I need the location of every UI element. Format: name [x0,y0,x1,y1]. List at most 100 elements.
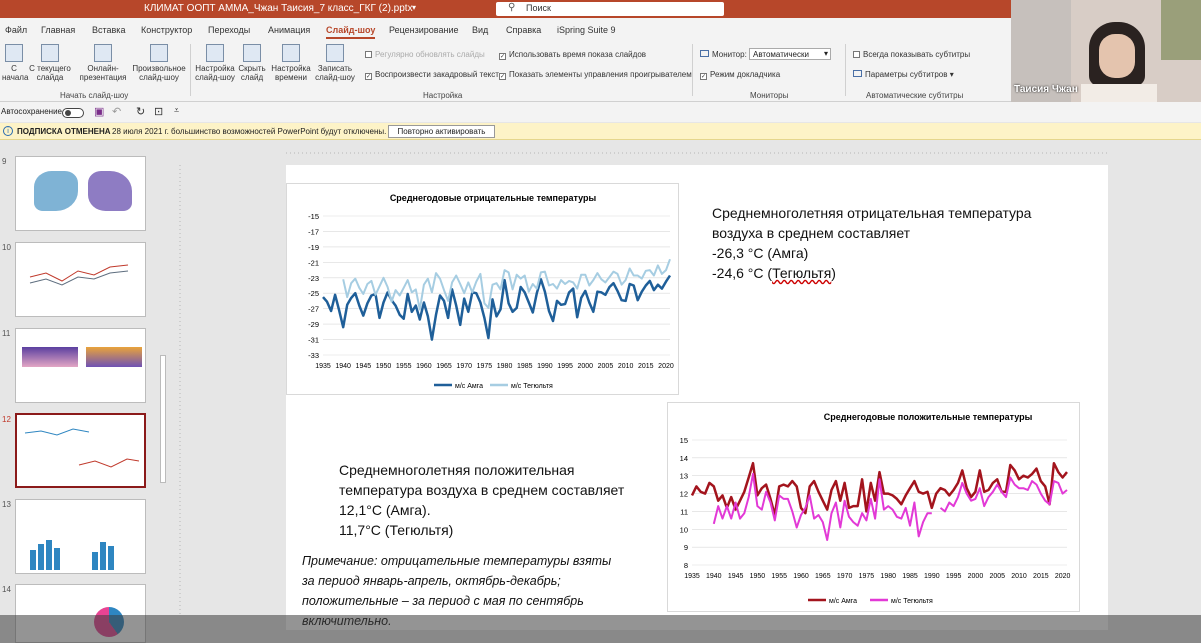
y-tick-label: -29 [308,320,319,329]
thumb-line-chart [29,264,129,286]
thumb-histogram [30,540,114,570]
rehearse-timings-button[interactable]: Настройка времени [270,44,312,82]
participant-name: Таисия Чжан [1014,84,1078,95]
from-start-button[interactable]: С начала [2,44,28,82]
y-tick-label: -23 [308,274,319,283]
from-current-button[interactable]: С текущего слайда [28,44,72,82]
slide-number: 14 [2,585,11,594]
legend-label: м/с Амга [829,598,857,605]
voice-checkbox[interactable]: ✓ Воспроизвести закадровый текст [365,70,499,80]
save-icon[interactable]: ▣ [94,105,104,118]
x-tick-label: 1935 [684,573,700,580]
search-icon: ⚲ [508,2,516,13]
online-presentation-button[interactable]: Онлайн-презентация [76,44,130,82]
x-tick-label: 1950 [376,363,392,370]
undo-icon[interactable]: ↶ [112,105,121,118]
update-slides-checkbox[interactable]: Регулярно обновлять слайды [365,50,485,59]
checkmark-icon: ✓ [365,73,372,80]
y-tick-label: -15 [308,212,319,221]
tab-home[interactable]: Главная [41,25,75,35]
player-controls-checkbox[interactable]: ✓ Показать элементы управления проигрыват… [499,70,692,80]
hide-slide-button[interactable]: Скрыть слайд [236,44,268,82]
webcam-overlay: Таисия Чжан [1011,0,1201,102]
thumbnail-scrollbar[interactable] [160,355,166,483]
video-call-bar [0,615,1201,643]
tab-view[interactable]: Вид [472,25,488,35]
slide-thumbnail-10[interactable] [15,242,146,317]
tab-slideshow[interactable]: Слайд-шоу [326,25,376,39]
presenter-view-checkbox[interactable]: ✓ Режим докладчика [700,70,780,80]
slide-thumbnail-11[interactable] [15,328,146,403]
tab-design[interactable]: Конструктор [141,25,192,35]
x-tick-label: 1945 [356,363,372,370]
x-tick-label: 1980 [880,573,896,580]
x-tick-label: 2005 [989,573,1005,580]
tab-animation[interactable]: Анимация [268,25,310,35]
ribbon-divider [692,44,693,96]
toggle-knob-icon [65,110,71,116]
ribbon-divider [845,44,846,96]
y-tick-label: 12 [680,490,688,499]
group-label-setup: Настройка [423,91,463,100]
title-dropdown-icon[interactable]: ▾ [412,3,416,12]
slide-thumbnail-9[interactable] [15,156,146,231]
x-tick-label: 1995 [557,363,573,370]
record-slideshow-button[interactable]: Записать слайд-шоу [312,44,358,82]
thumb-bar-chart [86,347,142,367]
tab-help[interactable]: Справка [506,25,541,35]
timings-checkbox[interactable]: ✓ Использовать время показа слайдов [499,50,646,60]
y-tick-label: -19 [308,243,319,252]
y-tick-label: 11 [680,507,688,516]
online-present-icon [94,44,112,62]
tab-review[interactable]: Рецензирование [389,25,459,35]
chart-title: Среднегодовые положительные температуры [824,412,1033,422]
chart-positive[interactable]: Среднегодовые положительные температуры 8… [667,402,1080,612]
chevron-down-icon: ▾ [823,49,828,58]
x-tick-label: 1945 [728,573,744,580]
reactivate-button[interactable]: Повторно активировать [388,125,495,138]
legend-label: м/с Тегюльтя [511,383,553,390]
legend-label: м/с Амга [455,383,483,390]
subtitle-settings-button[interactable]: Параметры субтитров ▾ [853,70,954,79]
thumbnail-pane: 9 10 11 12 13 14 [0,141,170,643]
hide-slide-icon [243,44,261,62]
present-icon[interactable]: ⊡ [154,105,163,118]
x-tick-label: 1935 [315,363,331,370]
autosave-toggle[interactable] [62,108,84,118]
thumb-map-shape [88,171,132,211]
slideshow-play-icon [5,44,23,62]
tab-file[interactable]: Файл [5,25,27,35]
y-tick-label: -25 [308,289,319,298]
chart-negative[interactable]: Среднегодовые отрицательные температуры -… [286,183,679,395]
slide-number: 13 [2,500,11,509]
window-title: КЛИМАТ ООПТ АММА_Чжан Таисия_7 класс_ГКГ… [144,3,413,14]
subscription-notification: i ПОДПИСКА ОТМЕНЕНА 28 июля 2021 г. боль… [0,123,1201,140]
tab-ispring[interactable]: iSpring Suite 9 [557,25,616,35]
legend-label: м/с Тегюльтя [891,598,933,605]
y-tick-label: 13 [680,472,688,481]
notification-title: ПОДПИСКА ОТМЕНЕНА [17,127,111,136]
tab-insert[interactable]: Вставка [92,25,125,35]
checkbox-icon [853,51,860,58]
custom-slideshow-button[interactable]: Произвольное слайд-шоу [130,44,188,82]
group-label-subtitles: Автоматические субтитры [866,91,964,100]
tab-transitions[interactable]: Переходы [208,25,250,35]
setup-slideshow-button[interactable]: Настройка слайд-шоу [194,44,236,82]
positive-temperature-chart: Среднегодовые положительные температуры 8… [680,412,1071,605]
positive-temperature-text: Среднемноголетняя положительная температ… [339,462,625,538]
x-tick-label: 2015 [638,363,654,370]
slide-thumbnail-12[interactable] [15,413,146,488]
quick-access-toolbar: Автосохранение ▣ ↶ ↻ ⊡ ⩡ [0,102,1201,122]
y-tick-label: -31 [308,336,319,345]
subtitles-checkbox[interactable]: Всегда показывать субтитры [853,50,970,59]
monitor-select[interactable]: Автоматически ▾ [749,48,831,60]
search-input[interactable]: ⚲ Поиск [496,2,724,16]
x-tick-label: 1970 [837,573,853,580]
customize-qat-icon[interactable]: ⩡ [174,105,179,116]
x-tick-label: 1950 [750,573,766,580]
redo-icon[interactable]: ↻ [136,105,145,118]
slide-thumbnail-13[interactable] [15,499,146,574]
x-tick-label: 2000 [968,573,984,580]
x-tick-label: 1985 [902,573,918,580]
x-tick-label: 2000 [577,363,593,370]
